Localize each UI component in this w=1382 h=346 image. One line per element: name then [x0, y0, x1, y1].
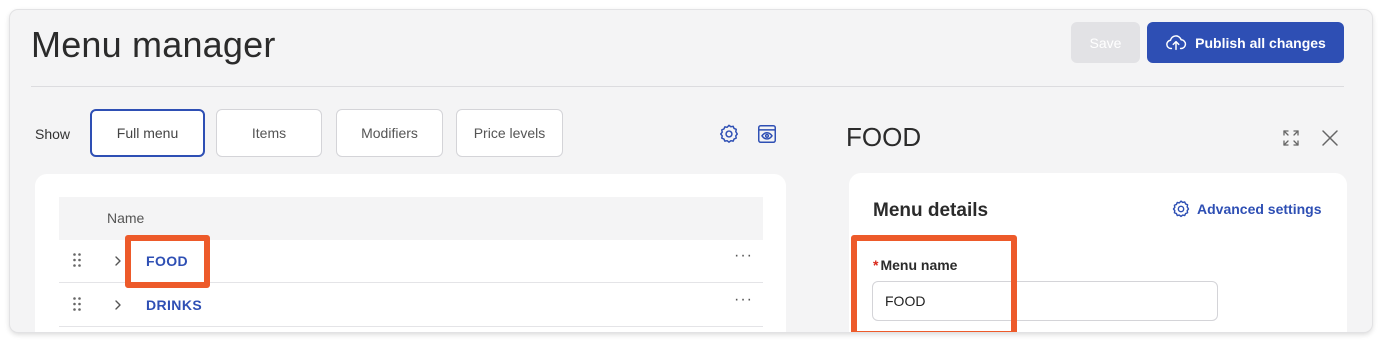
chevron-right-icon[interactable]: [113, 253, 123, 269]
more-options-button[interactable]: ···: [734, 291, 753, 309]
row-name-drinks[interactable]: DRINKS: [146, 297, 202, 313]
filter-modifiers[interactable]: Modifiers: [336, 109, 443, 157]
more-options-button[interactable]: ···: [734, 247, 753, 265]
gear-icon: [1172, 200, 1190, 218]
page-title: Menu manager: [31, 24, 276, 65]
menu-details-panel: Menu details Advanced settings * Menu nam…: [849, 173, 1347, 332]
menu-name-label-text: Menu name: [880, 257, 958, 273]
required-marker: *: [873, 257, 879, 273]
drag-handle-icon[interactable]: [72, 296, 82, 312]
detail-title: FOOD: [846, 122, 922, 152]
column-name-header: Name: [107, 210, 145, 226]
publish-all-changes-button[interactable]: Publish all changes: [1147, 22, 1344, 63]
publish-label: Publish all changes: [1195, 34, 1326, 51]
header-divider: [31, 86, 1344, 87]
advanced-settings-link[interactable]: Advanced settings: [1171, 199, 1321, 219]
table-header: Name: [59, 197, 763, 240]
menu-tree-panel: Name FOOD ··· DRINKS ···: [35, 174, 786, 332]
app-window: Menu manager Save Publish all changes Sh…: [10, 10, 1372, 332]
menu-details-heading: Menu details: [873, 200, 989, 221]
save-button[interactable]: Save: [1071, 22, 1140, 63]
chevron-right-icon[interactable]: [113, 297, 123, 313]
table-row-food[interactable]: FOOD ···: [59, 240, 763, 283]
cloud-upload-icon: [1166, 34, 1187, 50]
filter-items[interactable]: Items: [216, 109, 322, 157]
advanced-settings-label: Advanced settings: [1197, 201, 1322, 217]
gear-icon[interactable]: [717, 122, 741, 146]
menu-name-input[interactable]: [872, 281, 1218, 321]
filter-full-menu[interactable]: Full menu: [90, 109, 205, 157]
menu-name-label: * Menu name: [873, 257, 957, 273]
drag-handle-icon[interactable]: [72, 252, 82, 268]
row-name-food[interactable]: FOOD: [146, 253, 188, 269]
preview-icon[interactable]: [755, 122, 779, 146]
filter-price-levels[interactable]: Price levels: [456, 109, 563, 157]
show-label: Show: [35, 126, 71, 142]
table-row-drinks[interactable]: DRINKS ···: [59, 284, 763, 327]
expand-icon[interactable]: [1282, 129, 1300, 147]
close-icon[interactable]: [1320, 128, 1340, 148]
